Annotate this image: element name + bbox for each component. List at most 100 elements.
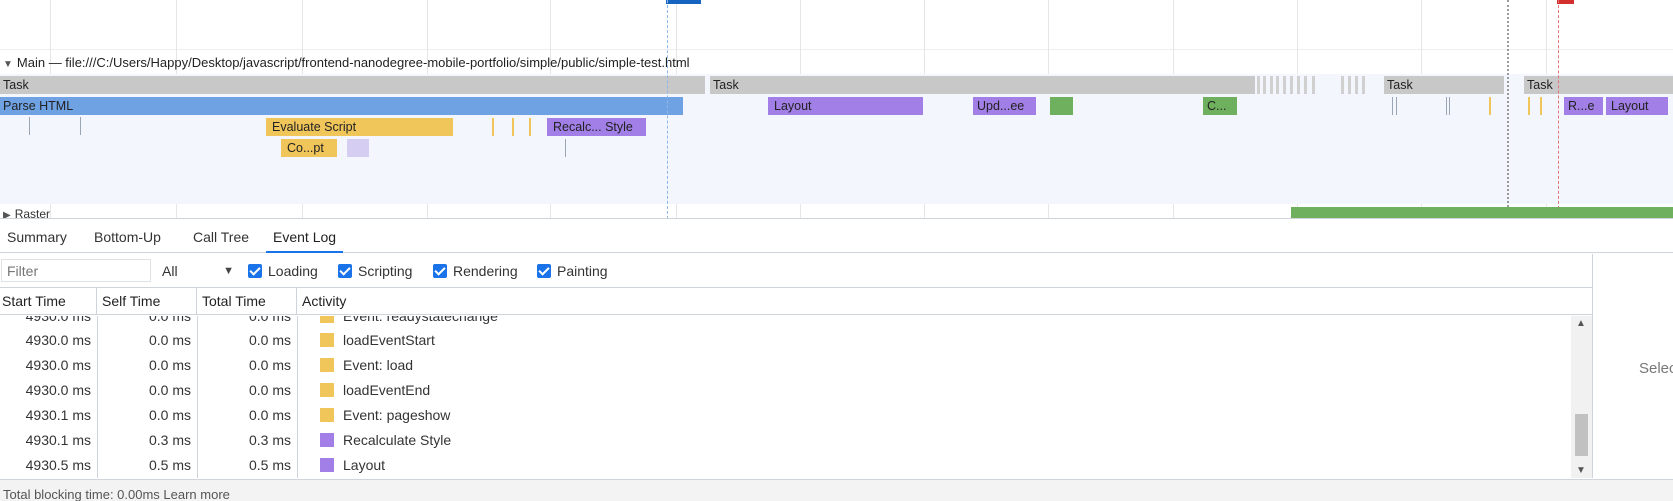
raster-bar[interactable] — [1291, 207, 1673, 218]
flame-chart[interactable]: ▼ Main — file:///C:/Users/Happy/Desktop/j… — [0, 0, 1673, 219]
table-row[interactable]: 4930.1 ms 0.0 ms 0.0 ms Event: pageshow — [0, 403, 1571, 428]
task-event[interactable]: Task — [1384, 76, 1504, 94]
table-body[interactable]: 4930.0 ms 0.0 ms 0.0 ms Event: readystat… — [0, 316, 1571, 478]
script-tick — [1540, 97, 1542, 115]
scripting-swatch-icon — [320, 358, 334, 372]
start-time-cell: 4930.0 ms — [25, 332, 91, 348]
total-time-cell: 0.5 ms — [248, 457, 291, 473]
expand-triangle-icon[interactable]: ▼ — [3, 56, 13, 74]
event-tick — [80, 117, 81, 135]
event-tick — [1392, 97, 1393, 115]
activity-cell: Event: pageshow — [320, 403, 450, 428]
task-sliver — [1263, 76, 1266, 94]
event-tick — [1449, 97, 1450, 115]
activity-label: Event: readystatechange — [343, 316, 498, 324]
self-time-cell: 0.0 ms — [148, 332, 191, 348]
recalc-style-event[interactable]: R...e — [1564, 97, 1603, 115]
checkbox-checked-icon[interactable] — [338, 264, 352, 278]
raster-track-header[interactable]: ▶ Raster — [0, 207, 50, 218]
scroll-down-arrow-icon[interactable]: ▼ — [1576, 465, 1586, 476]
activity-label: loadEventEnd — [343, 382, 431, 398]
self-time-cell: 0.0 ms — [148, 357, 191, 373]
checkbox-checked-icon[interactable] — [433, 264, 447, 278]
main-track-header[interactable]: ▼ Main — file:///C:/Users/Happy/Desktop/j… — [0, 54, 1673, 72]
activity-cell: loadEventEnd — [320, 378, 430, 403]
filter-input[interactable] — [1, 259, 151, 282]
column-divider — [297, 316, 298, 478]
rendering-swatch-icon — [320, 458, 334, 472]
checkbox-checked-icon[interactable] — [537, 264, 551, 278]
task-event[interactable]: Task — [0, 76, 705, 94]
collapse-triangle-icon[interactable]: ▶ — [3, 209, 11, 218]
tab-call-tree[interactable]: Call Tree — [186, 220, 256, 253]
painting-checkbox[interactable]: Painting — [537, 262, 608, 280]
column-divider — [97, 316, 98, 478]
start-time-cell: 4930.1 ms — [25, 407, 91, 423]
layout-event[interactable]: Layout — [1606, 97, 1668, 115]
script-tick — [492, 118, 494, 136]
script-tick — [1528, 97, 1530, 115]
column-header-total-time[interactable]: Total Time — [197, 288, 297, 315]
rendering-label: Rendering — [453, 263, 518, 279]
activity-label: Recalculate Style — [343, 432, 452, 448]
painting-label: Painting — [557, 263, 608, 279]
paint-event[interactable]: C... — [1203, 97, 1237, 115]
scripting-checkbox[interactable]: Scripting — [338, 262, 412, 280]
task-sliver — [1341, 76, 1344, 94]
tab-event-log[interactable]: Event Log — [266, 220, 344, 253]
table-scrollbar[interactable]: ▲ ▼ — [1571, 316, 1592, 478]
side-panel-placeholder: Selec — [1639, 360, 1673, 377]
parse-html-event[interactable]: Parse HTML — [0, 97, 683, 115]
details-tabs: Summary Bottom-Up Call Tree Event Log — [0, 220, 1673, 253]
task-sliver — [1297, 76, 1300, 94]
task-sliver — [1348, 76, 1351, 94]
tab-summary[interactable]: Summary — [0, 220, 74, 253]
dcl-marker — [666, 0, 701, 4]
activity-cell: Event: load — [320, 353, 413, 378]
layout-event[interactable]: Layout — [768, 97, 923, 115]
timeline-overview[interactable] — [0, 0, 1673, 50]
event-log-table: Start Time Self Time Total Time Activity… — [0, 287, 1592, 478]
table-row[interactable]: 4930.5 ms 0.5 ms 0.5 ms Layout — [0, 453, 1571, 478]
scrollbar-thumb[interactable] — [1575, 414, 1588, 456]
checkbox-checked-icon[interactable] — [248, 264, 262, 278]
column-header-self-time[interactable]: Self Time — [97, 288, 197, 315]
scripting-swatch-icon — [320, 408, 334, 422]
scripting-swatch-icon — [320, 316, 334, 323]
rendering-checkbox[interactable]: Rendering — [433, 262, 518, 280]
event-tick — [1396, 97, 1397, 115]
table-row[interactable]: 4930.0 ms 0.0 ms 0.0 ms loadEventEnd — [0, 378, 1571, 403]
activity-label: Event: pageshow — [343, 407, 451, 423]
scroll-up-arrow-icon[interactable]: ▲ — [1576, 318, 1586, 329]
start-time-cell: 4930.1 ms — [25, 432, 91, 448]
duration-filter-select[interactable]: All ▼ — [162, 260, 234, 282]
table-row[interactable]: 4930.0 ms 0.0 ms 0.0 ms Event: load — [0, 353, 1571, 378]
paint-event[interactable] — [1050, 97, 1073, 115]
start-time-cell: 4930.0 ms — [25, 357, 91, 373]
table-row[interactable]: 4930.1 ms 0.3 ms 0.3 ms Recalculate Styl… — [0, 428, 1571, 453]
task-sliver — [1283, 76, 1286, 94]
self-time-cell: 0.0 ms — [148, 407, 191, 423]
task-sliver — [1304, 76, 1307, 94]
activity-cell: Layout — [320, 453, 385, 478]
recalc-style-event[interactable]: Recalc... Style — [547, 118, 646, 136]
self-time-cell: 0.0 ms — [148, 382, 191, 398]
update-event[interactable]: Upd...ee — [973, 97, 1036, 115]
task-sliver — [1362, 76, 1365, 94]
task-event[interactable]: Task — [710, 76, 1255, 94]
script-tick — [529, 118, 531, 136]
total-time-cell: 0.0 ms — [248, 407, 291, 423]
start-time-cell: 4930.5 ms — [25, 457, 91, 473]
column-header-start-time[interactable]: Start Time — [0, 288, 97, 315]
task-event[interactable]: Task — [1524, 76, 1673, 94]
tab-bottom-up[interactable]: Bottom-Up — [87, 220, 168, 253]
script-sub-event[interactable] — [347, 139, 369, 157]
table-row[interactable]: 4930.0 ms 0.0 ms 0.0 ms loadEventStart — [0, 328, 1571, 353]
loading-checkbox[interactable]: Loading — [248, 262, 318, 280]
dropdown-arrow-icon: ▼ — [223, 265, 234, 277]
column-header-activity[interactable]: Activity — [297, 288, 1592, 315]
task-sliver — [1257, 76, 1260, 94]
evaluate-script-event[interactable]: Evaluate Script — [266, 118, 453, 136]
compile-script-event[interactable]: Co...pt — [281, 139, 337, 157]
total-time-cell: 0.0 ms — [248, 357, 291, 373]
